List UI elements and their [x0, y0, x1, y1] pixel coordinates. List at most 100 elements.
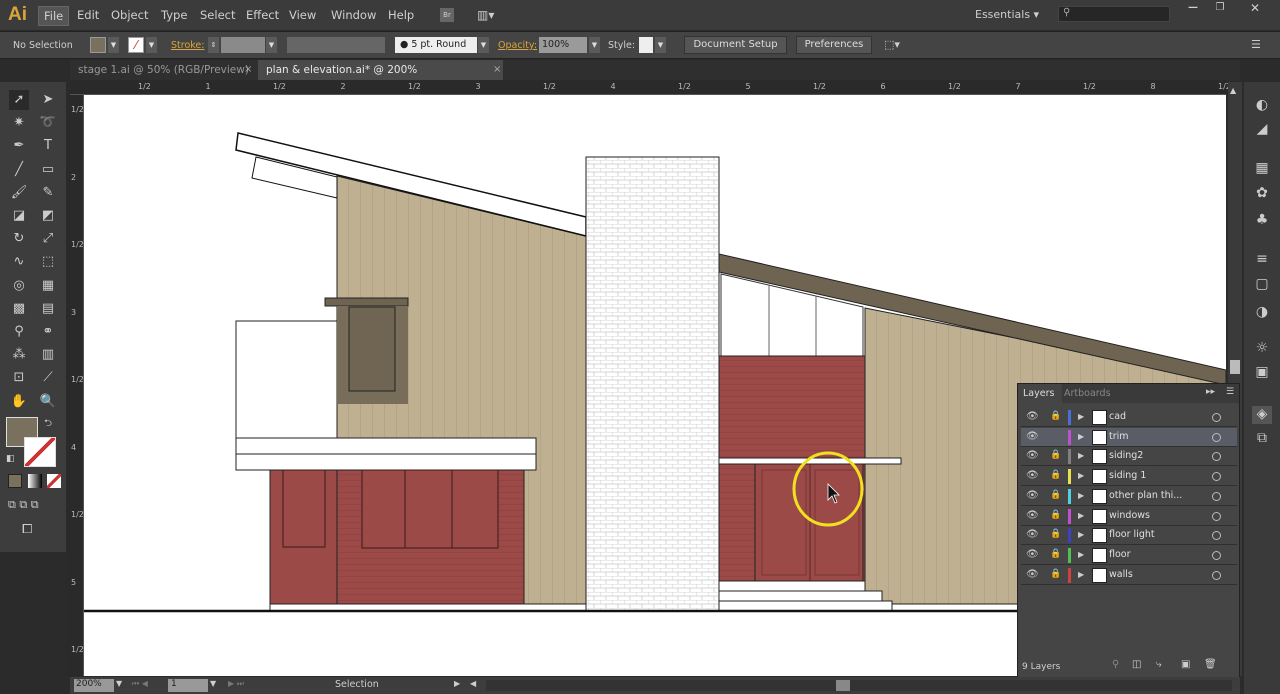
style-dropdown[interactable]: ▼ [655, 37, 666, 53]
layer-row[interactable]: 👁 🔒 ▶ floor [1021, 546, 1237, 565]
gradient-mode-button[interactable] [28, 474, 42, 488]
menu-effect[interactable]: Effect [246, 8, 279, 22]
swatches-icon[interactable]: ▦ [1252, 160, 1272, 178]
stroke-none-swatch[interactable]: ⁄ [128, 37, 144, 53]
tab-layers[interactable]: Layers [1018, 384, 1062, 403]
appearance-icon[interactable]: ☼ [1252, 340, 1272, 358]
stroke-dropdown[interactable]: ▼ [146, 37, 157, 53]
clipping-mask-icon[interactable]: ◫ [1132, 659, 1141, 670]
perspective-grid-icon[interactable]: ▦ [38, 276, 58, 296]
visibility-eye-icon[interactable]: 👁 [1026, 569, 1039, 580]
default-colors-icon[interactable]: ◧ [6, 454, 15, 464]
expand-triangle-icon[interactable]: ▶ [1078, 471, 1084, 480]
expand-triangle-icon[interactable]: ▶ [1078, 511, 1084, 520]
expand-triangle-icon[interactable]: ▶ [1078, 570, 1084, 579]
fill-dropdown[interactable]: ▼ [108, 37, 119, 53]
document-setup-button[interactable]: Document Setup [684, 36, 787, 54]
eraser-icon[interactable]: ◩ [38, 206, 58, 226]
expand-triangle-icon[interactable]: ▶ [1078, 530, 1084, 539]
visibility-eye-icon[interactable]: 👁 [1026, 529, 1039, 540]
layer-row[interactable]: 👁 🔒 ▶ walls [1021, 566, 1237, 585]
line-tool-icon[interactable]: ╱ [9, 160, 29, 180]
hand-tool-icon[interactable]: ✋ [9, 392, 29, 412]
lock-icon[interactable]: 🔒 [1050, 411, 1061, 421]
transparency-icon[interactable]: ◑ [1252, 304, 1272, 322]
pen-tool-icon[interactable]: ✒ [9, 136, 29, 156]
scroll-thumb[interactable] [1230, 360, 1240, 374]
none-mode-button[interactable] [47, 474, 61, 488]
target-circle-icon[interactable] [1212, 491, 1221, 501]
expand-triangle-icon[interactable]: ▶ [1078, 550, 1084, 559]
selection-tool-icon[interactable]: ➚ [9, 90, 29, 110]
visibility-eye-icon[interactable]: 👁 [1026, 431, 1039, 442]
close-tab-icon[interactable]: × [244, 64, 252, 75]
layer-row[interactable]: 👁 🔒 ▶ floor light [1021, 526, 1237, 546]
target-circle-icon[interactable] [1212, 413, 1221, 422]
lock-icon[interactable]: 🔒 [1050, 569, 1061, 579]
variable-width-profile[interactable] [287, 37, 385, 53]
bridge-icon[interactable]: Br [440, 8, 454, 22]
zoom-dropdown[interactable]: ▼ [116, 679, 122, 688]
type-tool-icon[interactable]: T [38, 136, 58, 156]
scroll-left-icon[interactable]: ◀ [470, 679, 476, 688]
horizontal-ruler[interactable]: 1/2 1 1/2 2 1/2 3 1/2 4 1/2 5 1/2 6 1/2 7 1/2 8 1/2 [70, 80, 1231, 95]
zoom-tool-icon[interactable]: 🔍 [38, 392, 58, 412]
direct-selection-tool-icon[interactable]: ➤ [38, 90, 58, 110]
opacity-dropdown[interactable]: ▼ [589, 37, 600, 53]
target-circle-icon[interactable] [1212, 452, 1221, 462]
preferences-button[interactable]: Preferences [796, 36, 872, 54]
delete-layer-icon[interactable]: 🗑 [1204, 659, 1217, 670]
lock-icon[interactable]: 🔒 [1050, 470, 1061, 480]
locate-object-icon[interactable]: ⚲ [1112, 659, 1119, 670]
scale-tool-icon[interactable]: ⤢ [38, 229, 58, 249]
stroke-color-box[interactable] [24, 437, 56, 467]
layers-icon[interactable]: ◈ [1252, 406, 1272, 424]
horizontal-scrollbar[interactable] [486, 680, 1232, 691]
workspace-switcher[interactable]: Essentials ▾ [975, 8, 1039, 21]
paintbrush-icon[interactable]: 🖌 [9, 183, 29, 203]
arrange-documents-icon[interactable]: ▥▾ [477, 8, 499, 22]
menu-view[interactable]: View [289, 8, 316, 22]
artboards-icon[interactable]: ⧉ [1252, 430, 1272, 448]
scroll-up-icon[interactable]: ▲ [1230, 86, 1236, 95]
vertical-ruler[interactable]: 1/2 2 1/2 3 1/2 4 1/2 5 1/2 [66, 95, 84, 676]
rectangle-tool-icon[interactable]: ▭ [38, 160, 58, 180]
close-tab-icon[interactable]: × [493, 64, 501, 75]
panel-menu-icon[interactable]: ☰ [1251, 38, 1261, 51]
layer-row[interactable]: 👁 🔒 ▶ siding 1 [1021, 467, 1237, 487]
restore-button[interactable]: ❐ [1209, 2, 1231, 18]
panel-menu-icon[interactable]: ☰ [1226, 387, 1234, 397]
graphic-styles-icon[interactable]: ▣ [1252, 364, 1272, 382]
layer-row[interactable]: 👁 🔒 ▶ windows [1021, 507, 1237, 526]
menu-select[interactable]: Select [200, 8, 235, 22]
lock-icon[interactable]: 🔒 [1050, 510, 1061, 520]
slice-tool-icon[interactable]: ⟋ [38, 368, 58, 388]
blob-brush-icon[interactable]: ◪ [9, 206, 29, 226]
magic-wand-icon[interactable]: ✷ [9, 113, 29, 133]
minimize-button[interactable]: — [1182, 2, 1204, 18]
draw-mode-icon[interactable]: ⧉ ⧉ ⧉ [8, 498, 39, 512]
fill-swatch[interactable] [90, 37, 106, 53]
stroke-weight-input[interactable] [221, 37, 265, 53]
stroke-panel-icon[interactable]: ≡ [1252, 251, 1272, 269]
target-circle-icon[interactable] [1212, 531, 1221, 541]
target-circle-icon[interactable] [1212, 511, 1221, 521]
warp-tool-icon[interactable]: ∿ [9, 252, 29, 272]
lock-icon[interactable]: 🔒 [1050, 490, 1061, 500]
menu-window[interactable]: Window [331, 8, 376, 22]
symbols-icon[interactable]: ♣ [1252, 212, 1272, 230]
zoom-input[interactable]: 200% [74, 679, 114, 692]
search-input[interactable]: ⚲ [1058, 6, 1170, 22]
shape-builder-icon[interactable]: ◎ [9, 276, 29, 296]
pencil-icon[interactable]: ✎ [38, 183, 58, 203]
new-layer-icon[interactable]: ▣ [1181, 659, 1190, 670]
tab-plan-elevation[interactable]: plan & elevation.ai* @ 200% (RGB/Preview… [258, 60, 503, 97]
stroke-weight-stepper[interactable]: ⇕ [208, 37, 219, 53]
menu-object[interactable]: Object [111, 8, 148, 22]
target-circle-icon[interactable] [1212, 432, 1221, 442]
visibility-eye-icon[interactable]: 👁 [1026, 549, 1039, 560]
new-sublayer-icon[interactable]: ⤷ [1156, 659, 1162, 670]
layer-row[interactable]: 👁 🔒 ▶ other plan thi... [1021, 487, 1237, 506]
layer-row[interactable]: 👁 ▶ trim [1021, 427, 1237, 447]
stroke-label[interactable]: Stroke: [171, 40, 204, 51]
